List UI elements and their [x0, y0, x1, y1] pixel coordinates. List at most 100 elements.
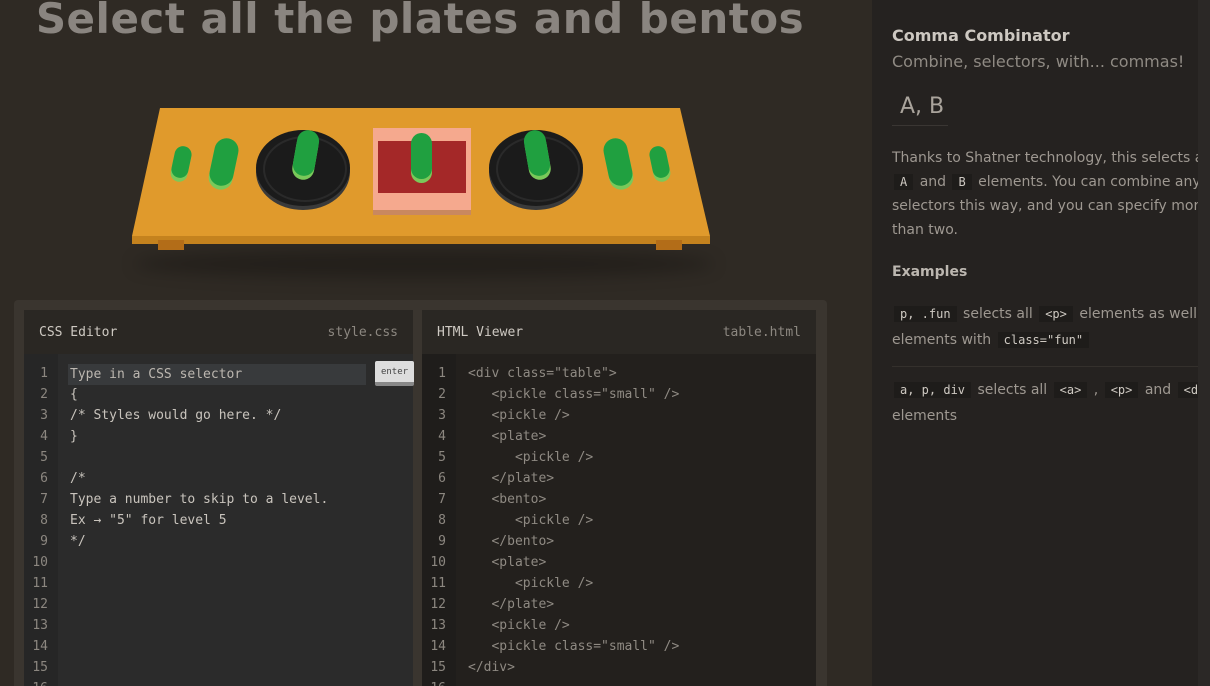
css-code-line: Type a number to skip to a level. [70, 492, 329, 507]
example-1-class: class="fun" [997, 332, 1090, 348]
css-editor-title: CSS Editor [39, 324, 118, 340]
level-hint: Thanks to Shatner technology, this selec… [892, 146, 1210, 242]
example-1-text-2: elements as well as all [1079, 306, 1210, 322]
css-code-line: } [70, 429, 78, 444]
editor-frame: CSS Editor style.css 1 2 3 4 5 6 7 8 9 10 11 12 13 14… [14, 300, 827, 686]
css-line-number: 6 [40, 471, 48, 486]
example-2-tag-a: <a> [1053, 382, 1088, 398]
html-line-number: 14 [430, 639, 446, 654]
css-editor-body: 12345678910111213141516 enter {/* Styles… [24, 354, 414, 686]
css-line-number: 3 [40, 408, 48, 423]
example-2-and: and [1144, 382, 1172, 398]
html-code-line: <pickle class="small" /> [468, 387, 680, 402]
enter-button[interactable]: enter [375, 361, 414, 386]
html-code-line: <plate> [468, 429, 547, 444]
html-viewer-header: HTML Viewer table.html [422, 310, 816, 354]
html-code-line: </plate> [468, 597, 555, 612]
table-leg-right [656, 240, 682, 250]
html-line-number: 16 [422, 681, 446, 686]
html-viewer-body: 12345678910111213141516 <div class="tabl… [422, 354, 816, 686]
css-selector-input[interactable] [68, 364, 366, 385]
css-line-number: 14 [32, 639, 48, 654]
css-code-line: Ex → "5" for level 5 [70, 513, 227, 528]
hint-code-a: A [894, 174, 914, 190]
css-line-number: 7 [40, 492, 48, 507]
example-1-text-3: elements with [892, 332, 992, 348]
css-line-number: 1 [40, 366, 48, 381]
sidebar-scrollbar[interactable] [1198, 0, 1210, 686]
css-code-line: { [70, 387, 78, 402]
html-code-line: </bento> [468, 534, 555, 549]
level-sidebar: Comma Combinator Combine, selectors, wit… [872, 0, 1210, 686]
dining-table [120, 100, 720, 280]
css-line-number: 9 [40, 534, 48, 549]
css-line-number: 10 [32, 555, 48, 570]
level-name: Comma Combinator [892, 26, 1070, 45]
html-viewer-title: HTML Viewer [437, 324, 524, 340]
css-editor-pane: CSS Editor style.css 1 2 3 4 5 6 7 8 9 10 11 12 13 14… [24, 310, 414, 686]
html-line-number: 5 [438, 450, 446, 465]
html-line-number: 12 [430, 597, 446, 612]
html-line-number: 7 [438, 492, 446, 507]
hint-text-1: Thanks to Shatner technology, this selec… [892, 150, 1210, 166]
html-line-number: 11 [430, 576, 446, 591]
html-line-number: 8 [438, 513, 446, 528]
html-code-line: <pickle /> [468, 618, 570, 633]
css-editor-file: style.css [327, 324, 398, 340]
example-2-tag-p: <p> [1104, 382, 1139, 398]
html-code-line: <pickle /> [468, 513, 594, 528]
example-2-comma: , [1093, 382, 1099, 398]
table-shadow [134, 250, 714, 278]
example-1-selector: p, .fun [894, 306, 957, 322]
html-code-line: <pickle /> [468, 408, 570, 423]
example-1-text-1: selects all [963, 306, 1033, 322]
level-instruction: Select all the plates and bentos [35, 0, 805, 43]
html-line-gutter: 12345678910111213141516 [422, 354, 456, 686]
css-code-line: /* [70, 471, 86, 486]
css-line-number: 2 [40, 387, 48, 402]
html-line-number: 15 [430, 660, 446, 675]
html-code-line: <div class="table"> [468, 366, 617, 381]
example-1-tag-p: <p> [1039, 306, 1073, 322]
html-code-line: </plate> [468, 471, 555, 486]
html-code-line: </div> [468, 660, 515, 675]
level-syntax: A, B [892, 90, 948, 126]
pickle-in-bento[interactable] [411, 133, 432, 179]
examples-heading: Examples [892, 264, 968, 280]
html-line-number: 1 [438, 366, 446, 381]
html-code-line: <pickle /> [468, 450, 594, 465]
html-code-line: <plate> [468, 555, 547, 570]
css-code-line: */ [70, 534, 86, 549]
css-line-number: 4 [40, 429, 48, 444]
example-2-selector: a, p, div [894, 382, 972, 398]
html-code-line: <pickle /> [468, 576, 594, 591]
css-line-number: 16 [24, 681, 48, 686]
example-2: a, p, div selects all <a> , <p> and <div… [892, 377, 1210, 429]
css-line-number: 8 [40, 513, 48, 528]
html-line-number: 10 [430, 555, 446, 570]
examples-divider [892, 366, 1202, 367]
css-line-number: 15 [32, 660, 48, 675]
example-1: p, .fun selects all <p> elements as well… [892, 301, 1210, 353]
css-line-number: 11 [32, 576, 48, 591]
html-line-number: 3 [438, 408, 446, 423]
css-line-gutter: 12345678910111213141516 [24, 354, 58, 686]
css-line-number: 13 [32, 618, 48, 633]
html-line-number: 2 [438, 387, 446, 402]
main-area: Select all the plates and bentos CSS Edi… [0, 0, 872, 686]
example-2-text-2: elements [892, 408, 958, 424]
level-subtitle: Combine, selectors, with... commas! [892, 52, 1185, 71]
html-viewer-pane: HTML Viewer table.html 1 2 3 4 5 6 7 8 9 10 11 12 13… [422, 310, 816, 686]
html-line-number: 6 [438, 471, 446, 486]
css-code-line: /* Styles would go here. */ [70, 408, 282, 423]
html-viewer-file: table.html [722, 324, 801, 340]
html-line-number: 13 [430, 618, 446, 633]
hint-text-2: and [919, 174, 947, 190]
hint-code-b: B [952, 174, 972, 190]
html-code-line: <bento> [468, 492, 547, 507]
html-line-number: 4 [438, 429, 446, 444]
html-code-line: <pickle class="small" /> [468, 639, 680, 654]
css-line-number: 5 [40, 450, 48, 465]
css-editor-header: CSS Editor style.css [24, 310, 413, 354]
example-2-text-1: selects all [977, 382, 1048, 398]
